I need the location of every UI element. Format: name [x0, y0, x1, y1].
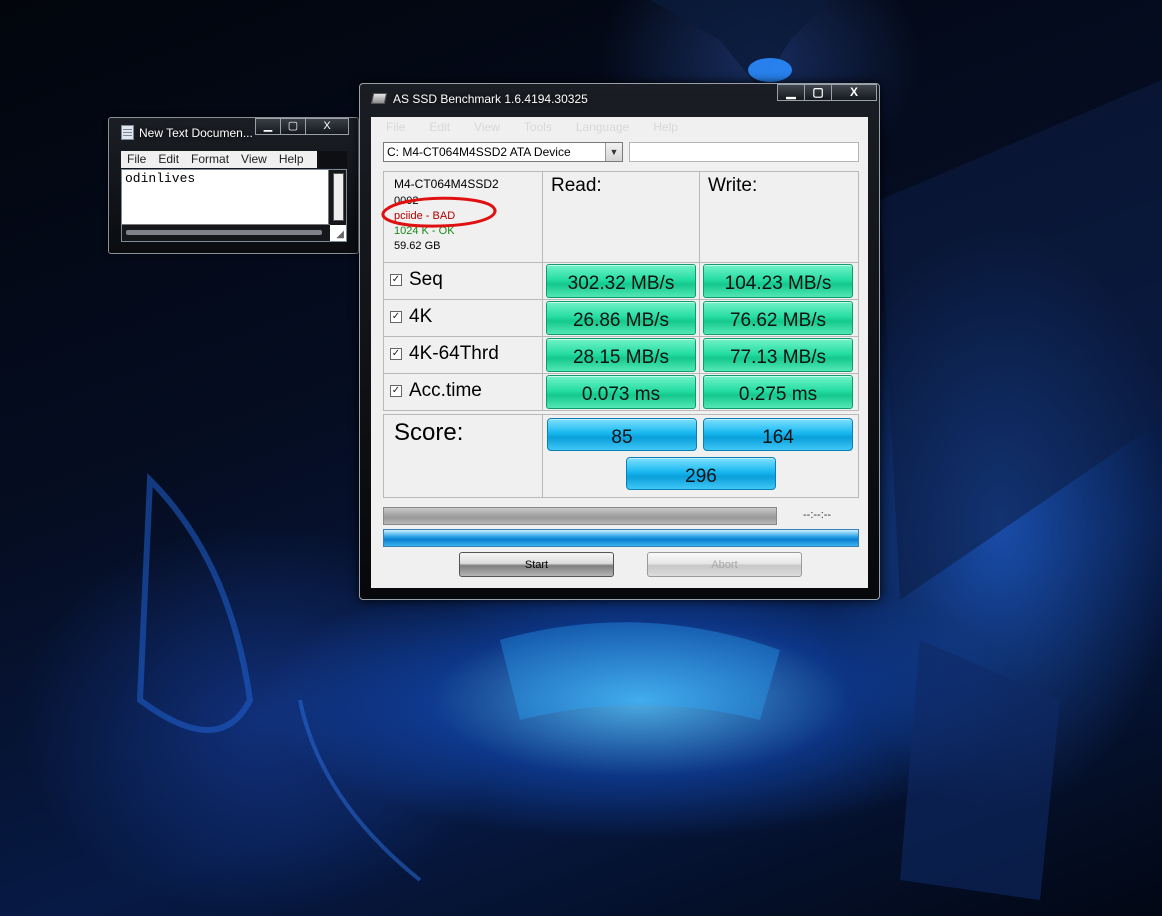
read-header: Read:	[551, 175, 602, 196]
menu-help[interactable]: Help	[638, 117, 687, 137]
acc-time-write-value: 0.275 ms	[703, 375, 853, 409]
notepad-menubar: File Edit Format View Help	[121, 151, 317, 168]
notepad-window[interactable]: New Text Documen... ▁ ▢ X File Edit Form…	[108, 117, 359, 254]
window-client-area: File Edit View Tools Language Help C: M4…	[371, 117, 868, 588]
test-size-field[interactable]	[629, 142, 859, 162]
results-grid: M4-CT064M4SSD2 0002 pciide - BAD 1024 K …	[381, 171, 859, 501]
abort-button[interactable]: Abort	[647, 552, 802, 577]
menu-format[interactable]: Format	[185, 151, 235, 168]
row-4k-64thrd: ✓ 4K-64Thrd	[383, 336, 543, 374]
notepad-window-controls: ▁ ▢ X	[255, 118, 349, 135]
menu-file[interactable]: File	[371, 117, 414, 137]
score-values-cell: 85 164 296	[542, 414, 859, 498]
window-controls: ▁ ▢ X	[777, 84, 877, 101]
row-acc-time: ✓ Acc.time	[383, 373, 543, 411]
4k-64thrd-checkbox[interactable]: ✓	[390, 348, 402, 360]
menu-view[interactable]: View	[235, 151, 273, 168]
row-seq: ✓ Seq	[383, 262, 543, 300]
notepad-icon	[121, 125, 134, 140]
drive-icon	[370, 93, 388, 104]
maximize-button[interactable]: ▢	[804, 84, 832, 101]
menubar: File Edit View Tools Language Help	[371, 117, 868, 137]
minimize-button[interactable]: ▁	[255, 118, 281, 135]
row-label: Seq	[409, 269, 443, 290]
total-progress-bar	[383, 529, 859, 547]
close-button[interactable]: X	[305, 118, 349, 135]
acc-time-checkbox[interactable]: ✓	[390, 385, 402, 397]
row-label: Acc.time	[409, 380, 482, 401]
horizontal-scrollbar[interactable]	[122, 224, 330, 241]
4k-64thrd-write-value: 77.13 MB/s	[703, 338, 853, 372]
menu-file[interactable]: File	[121, 151, 152, 168]
seq-checkbox[interactable]: ✓	[390, 274, 402, 286]
menu-view[interactable]: View	[459, 117, 509, 137]
notepad-text-area[interactable]: odinlives ◢	[121, 169, 347, 242]
read-score: 85	[547, 418, 697, 451]
menubar-filler	[317, 151, 347, 168]
write-header-cell: Write:	[699, 171, 859, 263]
acc-time-read-value: 0.073 ms	[546, 375, 696, 409]
vertical-scrollbar[interactable]	[328, 170, 346, 225]
drive-model: M4-CT064M4SSD2	[394, 177, 499, 191]
notepad-title: New Text Documen...	[139, 126, 253, 140]
start-button[interactable]: Start	[459, 552, 614, 577]
menu-help[interactable]: Help	[273, 151, 310, 168]
4k-64thrd-write-cell: 77.13 MB/s	[699, 336, 859, 374]
4k-read-value: 26.86 MB/s	[546, 301, 696, 335]
notepad-content: odinlives	[125, 171, 196, 186]
write-score: 164	[703, 418, 853, 451]
window-title: AS SSD Benchmark 1.6.4194.30325	[393, 92, 588, 106]
red-circle-annotation	[381, 196, 497, 228]
4k-write-cell: 76.62 MB/s	[699, 299, 859, 337]
device-dropdown[interactable]: C: M4-CT064M4SSD2 ATA Device ▼	[383, 142, 623, 162]
menu-edit[interactable]: Edit	[152, 151, 185, 168]
device-dropdown-value: C: M4-CT064M4SSD2 ATA Device	[387, 145, 571, 159]
minimize-button[interactable]: ▁	[777, 84, 805, 101]
4k-write-value: 76.62 MB/s	[703, 301, 853, 335]
acc-time-write-cell: 0.275 ms	[699, 373, 859, 411]
4k-checkbox[interactable]: ✓	[390, 311, 402, 323]
drive-size: 59.62 GB	[394, 240, 441, 252]
score-label: Score:	[394, 419, 464, 446]
seq-read-cell: 302.32 MB/s	[542, 262, 700, 300]
close-button[interactable]: X	[831, 84, 877, 101]
seq-write-value: 104.23 MB/s	[703, 264, 853, 298]
row-label: 4K-64Thrd	[409, 343, 499, 364]
as-ssd-window[interactable]: AS SSD Benchmark 1.6.4194.30325 ▁ ▢ X Fi…	[359, 83, 880, 600]
acc-time-read-cell: 0.073 ms	[542, 373, 700, 411]
menu-edit[interactable]: Edit	[414, 117, 459, 137]
maximize-button[interactable]: ▢	[280, 118, 306, 135]
4k-64thrd-read-cell: 28.15 MB/s	[542, 336, 700, 374]
4k-64thrd-read-value: 28.15 MB/s	[546, 338, 696, 372]
test-progress-bar	[383, 507, 777, 525]
score-label-cell: Score:	[383, 414, 543, 498]
chevron-down-icon[interactable]: ▼	[605, 143, 622, 161]
menu-tools[interactable]: Tools	[509, 117, 561, 137]
4k-read-cell: 26.86 MB/s	[542, 299, 700, 337]
menu-language[interactable]: Language	[561, 117, 638, 137]
seq-read-value: 302.32 MB/s	[546, 264, 696, 298]
row-label: 4K	[409, 306, 433, 327]
read-header-cell: Read:	[542, 171, 700, 263]
write-header: Write:	[708, 175, 758, 196]
row-4k: ✓ 4K	[383, 299, 543, 337]
total-score: 296	[626, 457, 776, 490]
elapsed-time: --:--:--	[803, 509, 832, 521]
seq-write-cell: 104.23 MB/s	[699, 262, 859, 300]
resize-grip-icon[interactable]: ◢	[336, 229, 344, 240]
